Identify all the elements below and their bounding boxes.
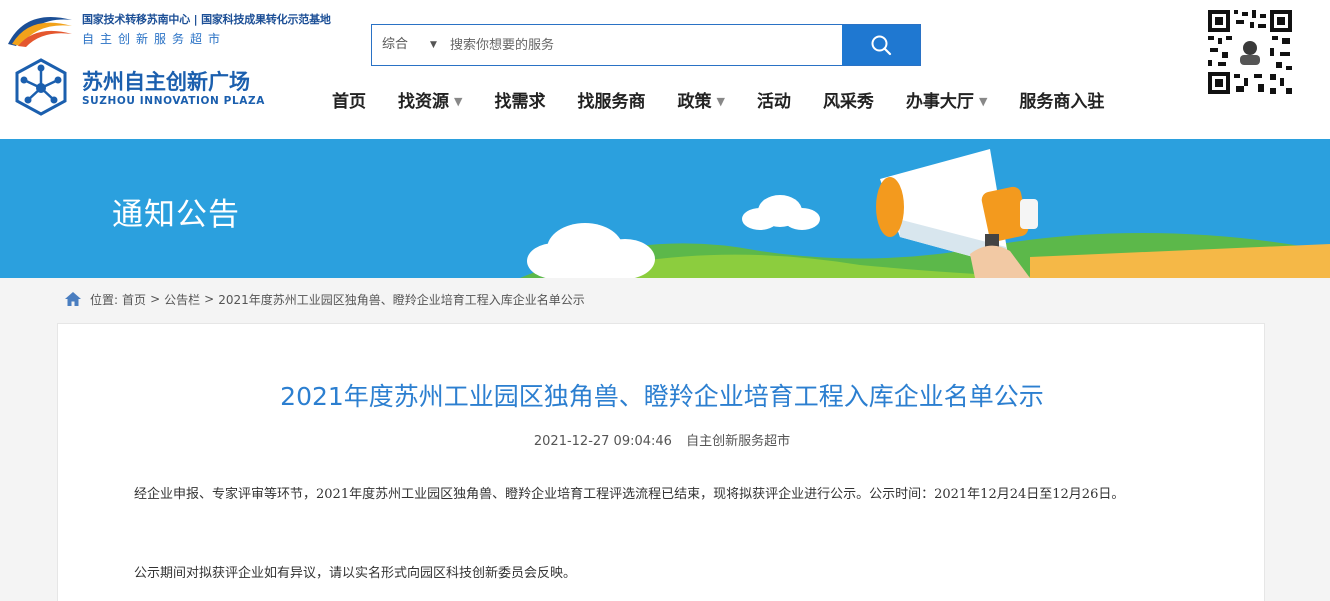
breadcrumb-home-link[interactable]: 首页 xyxy=(122,291,146,308)
search-button[interactable] xyxy=(842,25,920,65)
nav-item-find-resources[interactable]: 找资源 ▼ xyxy=(382,86,478,118)
nav-item-policy[interactable]: 政策 ▼ xyxy=(661,86,740,118)
cloud-icon xyxy=(742,195,820,230)
article-date: 2021-12-27 09:04:46 xyxy=(533,434,672,449)
search-input[interactable] xyxy=(450,25,840,65)
breadcrumb-prefix: 位置: xyxy=(90,292,119,307)
page-banner: 通知公告 xyxy=(0,139,1330,278)
banner-title: 通知公告 xyxy=(112,197,240,233)
nav-item-service-hall[interactable]: 办事大厅 ▼ xyxy=(890,86,1003,118)
article-meta: 2021-12-27 09:04:46 自主创新服务超市 xyxy=(58,430,1266,449)
nav-item-showcase[interactable]: 风采秀 xyxy=(807,86,890,118)
org-subtitle: 自主创新服务超市 xyxy=(82,32,227,46)
rainbow-swoosh-icon xyxy=(8,17,72,47)
breadcrumb-separator: > xyxy=(150,292,161,306)
cloud-icon xyxy=(527,223,655,278)
breadcrumb-section-link[interactable]: 公告栏 xyxy=(164,291,200,308)
search-icon xyxy=(871,35,892,56)
article-title: 2021年度苏州工业园区独角兽、瞪羚企业培育工程入库企业名单公示 xyxy=(280,382,1044,411)
org-name-line: 国家技术转移苏南中心 | 国家科技成果转化示范基地 xyxy=(82,13,331,26)
caret-down-icon: ▼ xyxy=(978,95,988,108)
nav-item-provider-join[interactable]: 服务商入驻 xyxy=(1003,86,1120,118)
main-nav: 首页 找资源 ▼ 找需求 找服务商 政策 ▼ 活动 风采秀 办事大厅 ▼ 服务商入驻 xyxy=(316,86,1120,118)
article-paragraph: 公示期间对拟获评企业如有异议，请以实名形式向园区科技创新委员会反映。 xyxy=(134,566,577,581)
logo-title: 苏州自主创新广场 xyxy=(82,70,250,94)
nav-item-find-demands[interactable]: 找需求 xyxy=(478,86,561,118)
logo-subtitle: SUZHOU INNOVATION PLAZA xyxy=(82,95,265,107)
breadcrumb-separator: > xyxy=(204,292,215,306)
qr-code-icon xyxy=(1206,8,1294,96)
breadcrumb-current: 2021年度苏州工业园区独角兽、瞪羚企业培育工程入库企业名单公示 xyxy=(218,292,585,307)
site-header: 国家技术转移苏南中心 | 国家科技成果转化示范基地 自主创新服务超市 苏州自主创… xyxy=(0,0,1330,130)
nav-item-home[interactable]: 首页 xyxy=(316,86,382,118)
plaza-logo[interactable]: 苏州自主创新广场 SUZHOU INNOVATION PLAZA xyxy=(12,58,265,120)
network-emblem-icon xyxy=(15,58,67,116)
nav-item-find-providers[interactable]: 找服务商 xyxy=(561,86,661,118)
nav-item-events[interactable]: 活动 xyxy=(741,86,807,118)
top-logo[interactable]: 国家技术转移苏南中心 | 国家科技成果转化示范基地 自主创新服务超市 xyxy=(6,6,331,48)
breadcrumb: 位置: 首页 > 公告栏 > 2021年度苏州工业园区独角兽、瞪羚企业培育工程入… xyxy=(64,289,585,309)
article-card: 2021年度苏州工业园区独角兽、瞪羚企业培育工程入库企业名单公示 2021-12… xyxy=(57,323,1265,601)
caret-down-icon: ▼ xyxy=(454,95,463,108)
article-source: 自主创新服务超市 xyxy=(686,434,791,449)
caret-down-icon: ▼ xyxy=(716,95,725,108)
home-icon xyxy=(65,292,81,306)
chevron-down-icon[interactable]: ▼ xyxy=(430,25,437,65)
article-paragraph: 经企业申报、专家评审等环节，2021年度苏州工业园区独角兽、瞪羚企业培育工程评选… xyxy=(134,487,1125,502)
search-bar: 综合 ▼ xyxy=(371,24,921,66)
